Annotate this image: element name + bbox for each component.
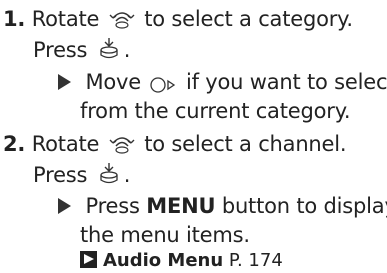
rotate-knob-icon [108, 132, 136, 162]
step-1-press-period: . [123, 38, 131, 62]
press-knob-icon [96, 36, 122, 68]
step-1-sub-line-1: Move if you want to select [58, 69, 387, 100]
step-2-press-menu-prefix: Press [85, 194, 140, 218]
move-right-knob-icon [149, 74, 177, 100]
step-1-rotate-text: Rotate [31, 7, 100, 31]
press-knob-icon [96, 161, 122, 193]
step-1-line-1: 1. Rotate to select a category. [3, 6, 353, 37]
step-1-press-text: Press [33, 38, 88, 62]
step-2-menu-suffix: button to display [221, 194, 387, 218]
step-1-sub-line-2: from the current category. [80, 98, 351, 124]
reference-page: P. 174 [228, 250, 283, 271]
step-1-number: 1. [3, 7, 26, 31]
step-1-move-text: Move [85, 70, 141, 94]
step-1-category-text: to select a category. [144, 7, 353, 31]
rotate-knob-icon [108, 7, 136, 37]
step-2-line-1: 2. Rotate to select a channel. [3, 131, 347, 162]
step-2-line-2: Press . [33, 161, 130, 193]
menu-button-label: MENU [146, 194, 216, 218]
step-2-rotate-text: Rotate [31, 132, 100, 156]
step-1-move-suffix: if you want to select [185, 70, 387, 94]
step-1-move-line-2: from the current category. [80, 99, 351, 123]
step-1-bullet-triangle-icon [58, 74, 71, 90]
step-2-channel-text: to select a channel. [144, 132, 347, 156]
step-1-line-2: Press . [33, 36, 130, 68]
audio-menu-reference-link[interactable]: Audio Menu P. 174 [80, 250, 283, 272]
step-2-sub-line-1: Press MENU button to display [58, 193, 387, 219]
reference-title: Audio Menu [103, 250, 224, 271]
step-2-bullet-triangle-icon [58, 198, 71, 214]
step-2-menu-line-2: the menu items. [80, 223, 250, 247]
reference-arrow-icon [80, 251, 97, 268]
step-2-press-period: . [123, 163, 131, 187]
step-2-number: 2. [3, 132, 26, 156]
step-2-press-text: Press [33, 163, 88, 187]
step-2-sub-line-2: the menu items. [80, 222, 250, 248]
